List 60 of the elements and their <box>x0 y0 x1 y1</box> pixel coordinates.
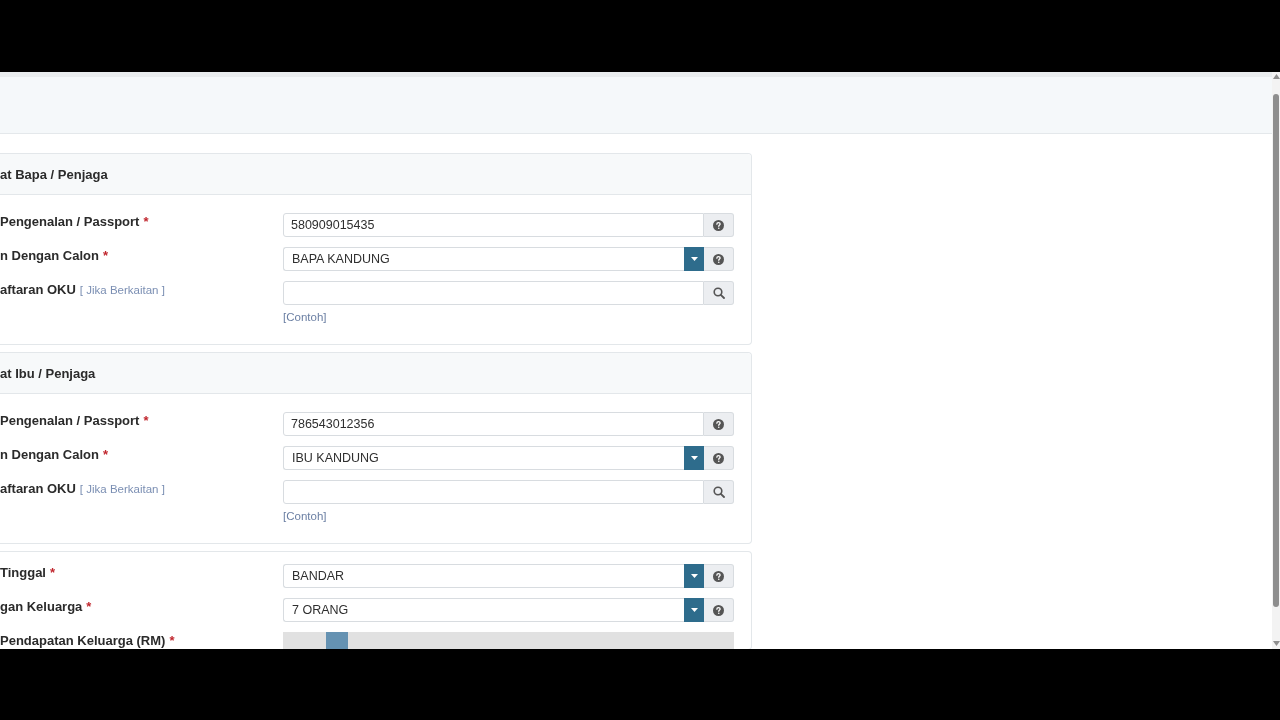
dropdown-field[interactable]: BANDAR <box>283 564 684 588</box>
field-label: aftaran OKU <box>0 282 76 298</box>
text-field[interactable]: 580909015435 <box>283 213 704 237</box>
dropdown-button[interactable] <box>684 446 704 470</box>
field-label: Pendapatan Keluarga (RM) <box>0 633 166 649</box>
help-button[interactable] <box>704 412 734 436</box>
caret-down-icon <box>690 456 698 460</box>
text-field[interactable]: 786543012356 <box>283 412 704 436</box>
help-button[interactable] <box>704 446 734 470</box>
scroll-down-icon[interactable] <box>1272 641 1280 646</box>
hint-text: [ Jika Berkaitan ] <box>79 482 165 497</box>
help-button[interactable] <box>704 598 734 622</box>
required-asterisk: * <box>143 214 149 230</box>
search-icon <box>712 287 725 299</box>
scroll-up-icon[interactable] <box>1272 74 1280 79</box>
search-icon <box>712 486 725 498</box>
help-icon <box>713 253 724 265</box>
field-label: Tinggal <box>0 565 46 581</box>
field-label: n Dengan Calon <box>0 248 99 264</box>
help-button[interactable] <box>704 247 734 271</box>
slider-track[interactable] <box>283 632 734 649</box>
hint-text: [ Jika Berkaitan ] <box>79 283 165 298</box>
required-asterisk: * <box>143 413 149 429</box>
help-button[interactable] <box>704 564 734 588</box>
caret-down-icon <box>690 608 698 612</box>
search-button[interactable] <box>704 281 734 305</box>
dropdown-button[interactable] <box>684 564 704 588</box>
dropdown-button[interactable] <box>684 598 704 622</box>
required-asterisk: * <box>86 599 92 615</box>
field-label: Pengenalan / Passport <box>0 413 140 429</box>
required-asterisk: * <box>169 633 175 649</box>
search-field[interactable] <box>283 480 704 504</box>
field-label: Pengenalan / Passport <box>0 214 140 230</box>
field-label: n Dengan Calon <box>0 447 99 463</box>
section-header: at Ibu / Penjaga <box>0 353 751 394</box>
help-icon <box>713 604 724 616</box>
help-button[interactable] <box>704 213 734 237</box>
dropdown-button[interactable] <box>684 247 704 271</box>
scrollbar-thumb[interactable] <box>1273 94 1279 607</box>
caret-down-icon <box>690 574 698 578</box>
section-header: at Bapa / Penjaga <box>0 154 751 195</box>
search-field[interactable] <box>283 281 704 305</box>
scrollbar[interactable] <box>1272 72 1280 649</box>
help-icon <box>713 219 724 231</box>
field-label: gan Keluarga <box>0 599 83 615</box>
help-icon <box>713 418 724 430</box>
example-link[interactable]: [Contoh] <box>283 310 327 324</box>
dropdown-field[interactable]: IBU KANDUNG <box>283 446 684 470</box>
field-label: aftaran OKU <box>0 481 76 497</box>
slider-handle[interactable] <box>325 632 348 649</box>
required-asterisk: * <box>102 447 108 463</box>
help-icon <box>713 570 724 582</box>
search-button[interactable] <box>704 480 734 504</box>
caret-down-icon <box>690 257 698 261</box>
help-icon <box>713 452 724 464</box>
example-link[interactable]: [Contoh] <box>283 509 327 523</box>
dropdown-field[interactable]: BAPA KANDUNG <box>283 247 684 271</box>
required-asterisk: * <box>50 565 56 581</box>
dropdown-field[interactable]: 7 ORANG <box>283 598 684 622</box>
required-asterisk: * <box>102 248 108 264</box>
